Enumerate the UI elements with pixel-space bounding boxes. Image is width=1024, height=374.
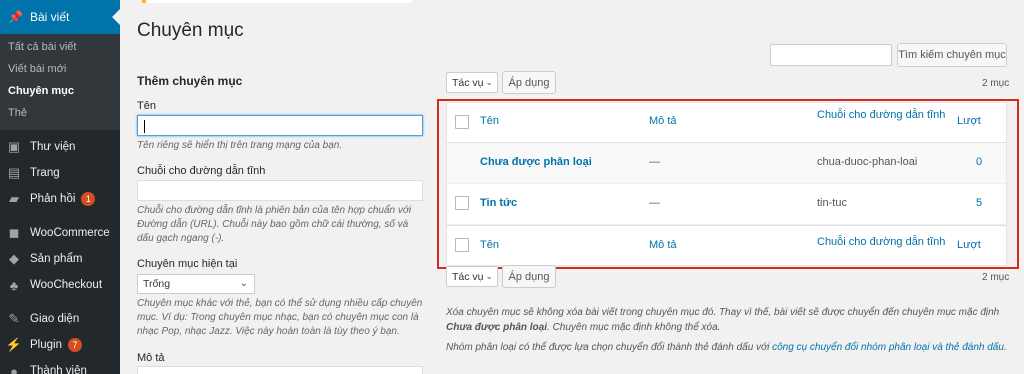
comment-icon: ▰ [9, 191, 19, 206]
default-category-name: Chưa được phân loại [446, 322, 548, 333]
apply-button-top[interactable]: Áp dụng [502, 71, 556, 94]
product-icon: ◆ [9, 251, 19, 266]
items-count-top: 2 mục [982, 78, 1010, 89]
menu-posts[interactable]: 📌 Bài viết [0, 0, 120, 34]
submenu-tags[interactable]: Thẻ [0, 102, 120, 124]
parent-description: Chuyên mục khác với thẻ, bạn có thể sử d… [137, 298, 423, 337]
pushpin-icon: 📌 [8, 10, 23, 24]
text-caret [144, 120, 145, 133]
menu-comments-label: Phản hồi [30, 193, 76, 205]
appearance-icon: ✎ [8, 311, 20, 326]
submenu-all-posts[interactable]: Tất cả bài viết [0, 36, 120, 58]
search-categories-button[interactable]: Tìm kiếm chuyên mục [897, 43, 1007, 67]
menu-media-label: Thư viện [30, 141, 76, 153]
converter-note-end: . [1003, 342, 1007, 353]
chevron-down-icon: ⌄ [485, 271, 493, 281]
slug-label: Chuỗi cho đường dẫn tĩnh [137, 165, 266, 177]
parent-select[interactable]: Trống ⌄ [137, 274, 255, 294]
bulk-action-select-top[interactable]: Tác vụ ⌄ [446, 72, 498, 93]
current-menu-arrow [112, 9, 120, 25]
comments-count-badge: 1 [81, 192, 96, 206]
media-icon: ▣ [7, 139, 21, 154]
checkout-icon: ♣ [9, 277, 19, 293]
delete-note-end: . Chuyên mục mặc định không thể xóa. [547, 322, 721, 333]
bulk-action-value: Tác vụ [452, 76, 484, 89]
highlight-box [437, 99, 1019, 269]
users-icon: ● [10, 363, 18, 374]
bulk-action-value: Tác vụ [452, 270, 484, 283]
menu-users[interactable]: ● Thành viên [0, 358, 120, 374]
menu-woocheckout[interactable]: ♣ WooCheckout [0, 272, 120, 298]
page-icon: ▤ [7, 165, 21, 180]
menu-woocommerce-label: WooCommerce [30, 227, 110, 239]
admin-sidebar: 📌 Bài viết Tất cả bài viết Viết bài mới … [0, 0, 120, 374]
page-title: Chuyên mục [137, 20, 244, 41]
menu-woocommerce[interactable]: ◼ WooCommerce [0, 220, 120, 246]
submenu-add-new[interactable]: Viết bài mới [0, 58, 120, 80]
description-label: Mô tả [137, 352, 165, 364]
woocommerce-icon: ◼ [8, 225, 20, 240]
converter-note-text: Nhóm phân loại có thể được lựa chọn chuy… [446, 342, 773, 353]
chevron-down-icon: ⌄ [239, 278, 248, 289]
posts-submenu: Tất cả bài viết Viết bài mới Chuyên mục … [0, 34, 120, 130]
items-count-bottom: 2 mục [982, 272, 1010, 283]
menu-appearance-label: Giao diện [30, 313, 80, 325]
parent-label: Chuyên mục hiện tại [137, 258, 238, 270]
menu-products-label: Sản phẩm [30, 253, 83, 265]
search-input[interactable] [770, 44, 892, 66]
slug-description: Chuỗi cho đường dẫn tĩnh là phiên bản củ… [137, 205, 412, 244]
slug-field[interactable] [137, 180, 423, 201]
menu-products[interactable]: ◆ Sản phẩm [0, 246, 120, 272]
menu-plugins[interactable]: ⚡ Plugin 7 [0, 332, 120, 358]
add-category-heading: Thêm chuyên mục [137, 74, 243, 88]
delete-note: Xóa chuyên mục sẽ không xóa bài viết tro… [446, 305, 1011, 335]
menu-users-label: Thành viên [30, 365, 87, 374]
menu-pages-label: Trang [30, 167, 60, 179]
menu-pages[interactable]: ▤ Trang [0, 160, 120, 186]
menu-comments[interactable]: ▰ Phản hồi 1 [0, 186, 120, 212]
bulk-action-select-bottom[interactable]: Tác vụ ⌄ [446, 266, 498, 287]
menu-woocheckout-label: WooCheckout [30, 279, 103, 291]
name-description: Tên riêng sẽ hiển thị trên trang mạng củ… [137, 140, 343, 151]
notice-bar [142, 0, 412, 3]
name-field[interactable] [137, 115, 423, 136]
menu-appearance[interactable]: ✎ Giao diện [0, 306, 120, 332]
apply-button-bottom[interactable]: Áp dụng [502, 265, 556, 288]
menu-posts-label: Bài viết [30, 10, 70, 24]
delete-note-text: Xóa chuyên mục sẽ không xóa bài viết tro… [446, 307, 1000, 318]
menu-media[interactable]: ▣ Thư viện [0, 134, 120, 160]
name-label: Tên [137, 100, 156, 112]
plugin-icon: ⚡ [5, 337, 23, 352]
converter-link[interactable]: công cụ chuyển đổi nhóm phân loại và thẻ… [772, 342, 1004, 353]
submenu-categories[interactable]: Chuyên mục [0, 80, 120, 102]
menu-plugins-label: Plugin [30, 339, 62, 351]
description-field[interactable] [137, 366, 423, 374]
parent-select-value: Trống [143, 278, 171, 290]
converter-note: Nhóm phân loại có thể được lựa chọn chuy… [446, 340, 1011, 355]
plugins-update-badge: 7 [67, 338, 82, 352]
chevron-down-icon: ⌄ [485, 77, 493, 87]
